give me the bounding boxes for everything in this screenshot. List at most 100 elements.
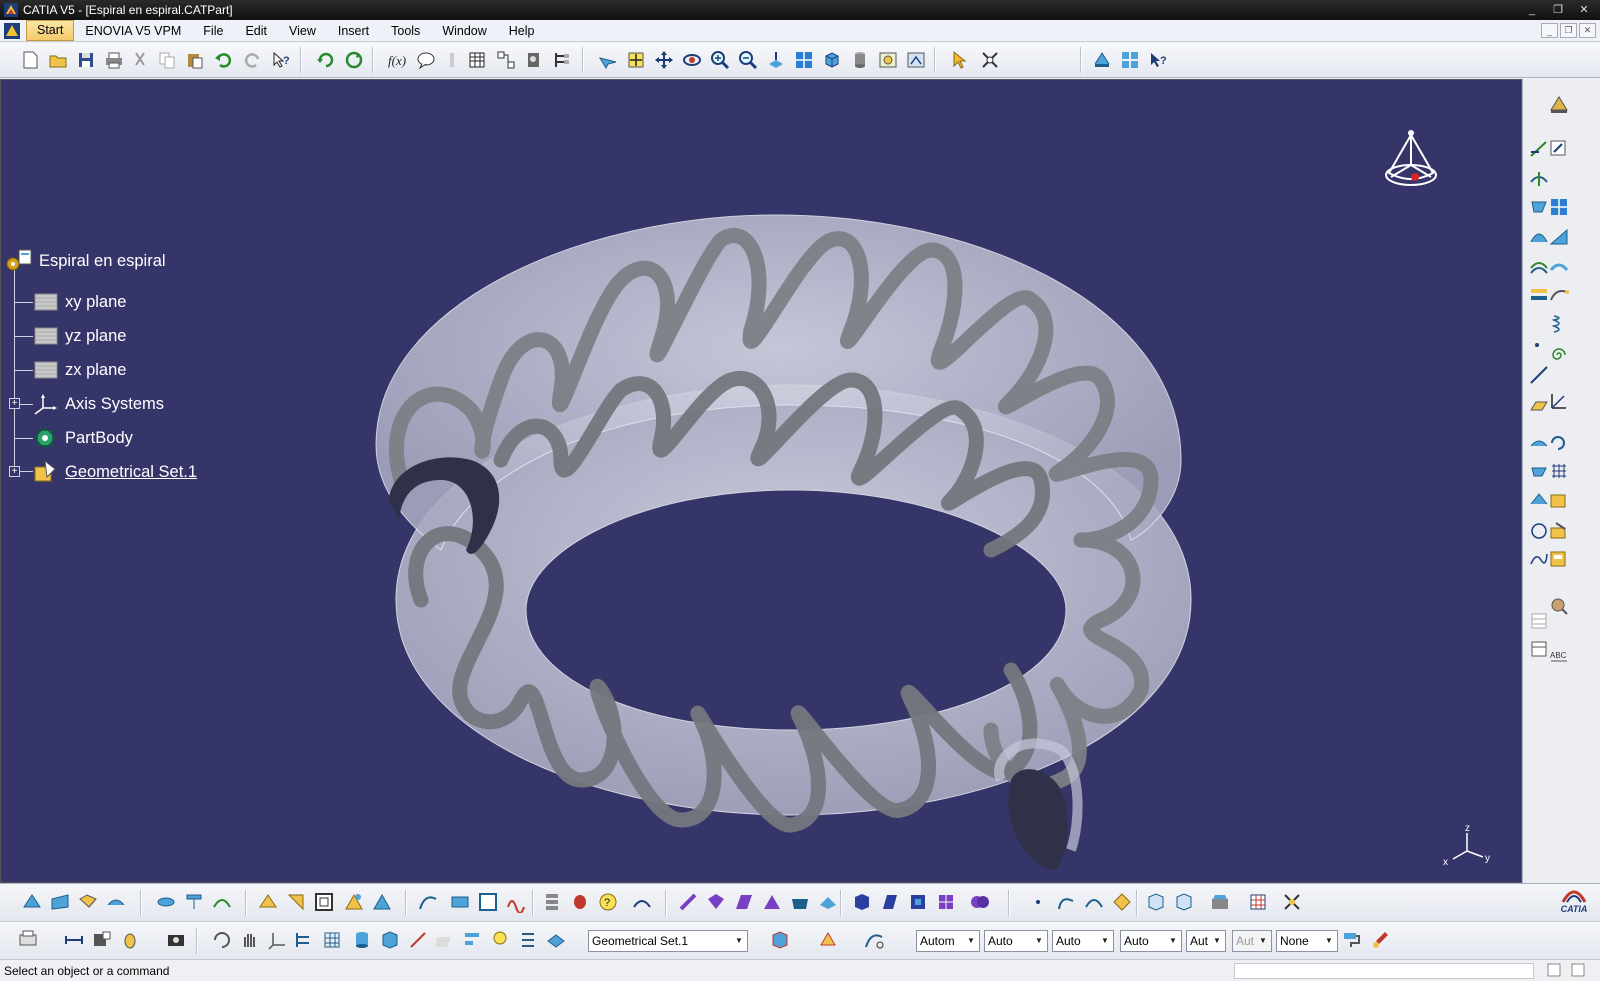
annotation-abc-icon[interactable]: ABC [1547, 643, 1571, 667]
distance-icon[interactable] [406, 928, 430, 952]
pan-icon[interactable] [652, 48, 676, 72]
manual-update-icon[interactable] [342, 48, 366, 72]
diamond-icon[interactable] [1110, 890, 1134, 914]
shell-icon[interactable] [878, 890, 902, 914]
cube-icon[interactable] [850, 890, 874, 914]
menu-insert[interactable]: Insert [327, 20, 380, 42]
tree-item-zx-plane[interactable]: zx plane [31, 358, 126, 382]
doc-close-button[interactable]: ✕ [1579, 23, 1596, 38]
multiview-grid-icon[interactable] [1547, 195, 1571, 219]
line-type-combo[interactable]: Auto ▼ [1120, 930, 1182, 952]
line-thickness-combo[interactable]: Auto ▼ [1052, 930, 1114, 952]
blend-icon[interactable] [1547, 255, 1571, 279]
line-icon[interactable] [1527, 363, 1551, 387]
box-icon[interactable] [378, 928, 402, 952]
grid-matrix-icon[interactable] [1246, 890, 1270, 914]
open-folder-icon[interactable] [46, 48, 70, 72]
measure-inertia-icon[interactable] [118, 928, 142, 952]
grid-surface-icon[interactable] [48, 890, 72, 914]
purple-fill-icon[interactable] [760, 890, 784, 914]
apply-material-icon[interactable] [816, 928, 840, 952]
brush-icon[interactable] [1368, 928, 1392, 952]
surface-group-icon[interactable] [704, 890, 728, 914]
material-icon[interactable] [768, 928, 792, 952]
refresh-icon[interactable] [210, 928, 234, 952]
connect-curve-icon[interactable] [416, 890, 440, 914]
projection-icon[interactable] [182, 890, 206, 914]
measure-between-icon[interactable] [62, 928, 86, 952]
light-icon[interactable] [488, 928, 512, 952]
menu-file[interactable]: File [192, 20, 234, 42]
catia-menu-icon[interactable] [2, 21, 22, 41]
views-manager-icon[interactable] [1118, 48, 1142, 72]
menu-window[interactable]: Window [431, 20, 497, 42]
menu-edit[interactable]: Edit [234, 20, 278, 42]
user-feature-icon[interactable] [1547, 519, 1571, 543]
formula-icon[interactable]: f(x) [386, 48, 410, 72]
comment-icon[interactable] [414, 48, 438, 72]
power-copy-icon[interactable] [1547, 489, 1571, 513]
paste-icon[interactable] [183, 48, 207, 72]
layer-combo[interactable]: None ▼ [1276, 930, 1338, 952]
repetition-icon[interactable] [1547, 431, 1571, 455]
iso-view-icon[interactable] [820, 48, 844, 72]
hatch-icon[interactable] [432, 928, 456, 952]
whats-this-icon[interactable]: ? [269, 48, 293, 72]
blue-surface-icon[interactable] [788, 890, 812, 914]
solid-icon[interactable] [256, 890, 280, 914]
dot-icon[interactable] [1026, 890, 1050, 914]
boolean-icon[interactable] [968, 890, 992, 914]
point-symbol-combo[interactable]: Aut ▼ [1186, 930, 1226, 952]
tree-expand-icon[interactable] [550, 48, 574, 72]
knowledge-advisor-icon[interactable] [1090, 48, 1114, 72]
intersection-icon[interactable] [210, 890, 234, 914]
menu-tools[interactable]: Tools [380, 20, 431, 42]
law-icon[interactable] [630, 890, 654, 914]
tree-item-geometrical-set[interactable]: Geometrical Set.1 [31, 459, 197, 485]
copy-icon[interactable] [155, 48, 179, 72]
work-grid-icon[interactable] [320, 928, 344, 952]
design-table-icon[interactable] [465, 48, 489, 72]
select-arrow-icon[interactable] [948, 48, 972, 72]
normal-view-icon[interactable] [764, 48, 788, 72]
hierarchy-icon[interactable] [292, 928, 316, 952]
parameters-icon[interactable] [1208, 890, 1232, 914]
3d-viewport[interactable]: z x y Espiral en espiral xy plane yz pla… [0, 79, 1522, 883]
wireframe-icon[interactable] [1547, 93, 1571, 117]
chamfer-icon[interactable] [370, 890, 394, 914]
transparency-combo[interactable]: Auto ▼ [984, 930, 1048, 952]
question-bubble-icon[interactable]: ? [596, 890, 620, 914]
multi-view-icon[interactable] [792, 48, 816, 72]
format-painter-icon[interactable] [1340, 928, 1364, 952]
stack-icon[interactable] [540, 890, 564, 914]
compass-widget[interactable] [1385, 130, 1437, 186]
view-right-icon[interactable] [1172, 890, 1196, 914]
cut-icon[interactable] [128, 48, 152, 72]
tree-root[interactable]: Espiral en espiral [5, 248, 166, 274]
axis-tool2-icon[interactable] [266, 928, 290, 952]
context-help-icon[interactable]: ? [1146, 48, 1170, 72]
capture-camera-icon[interactable] [164, 928, 188, 952]
axis-tool-icon[interactable] [1547, 389, 1571, 413]
command-input[interactable] [1234, 963, 1534, 979]
status-expand-icon[interactable] [1544, 960, 1564, 980]
tree-item-partbody[interactable]: PartBody [31, 426, 133, 450]
redo-icon[interactable] [241, 48, 265, 72]
fill-icon[interactable] [1547, 225, 1571, 249]
zoom-in-icon[interactable] [708, 48, 732, 72]
extrapolate-icon[interactable] [448, 890, 472, 914]
pattern-icon[interactable] [1547, 459, 1571, 483]
wave-icon[interactable] [504, 890, 528, 914]
extrude-icon[interactable] [1527, 167, 1551, 191]
eye-icon[interactable] [154, 890, 178, 914]
spine-icon[interactable] [1547, 283, 1571, 307]
shading-icon[interactable] [848, 48, 872, 72]
doc-minimize-button[interactable]: _ [1541, 23, 1558, 38]
database-icon[interactable] [350, 928, 374, 952]
status-options-icon[interactable] [1568, 960, 1588, 980]
frame-icon[interactable] [312, 890, 336, 914]
close-button[interactable]: ✕ [1572, 1, 1596, 18]
view-left-icon[interactable] [1144, 890, 1168, 914]
knowledge-icon[interactable] [440, 48, 464, 72]
catalog-browser-icon[interactable] [1547, 547, 1571, 571]
